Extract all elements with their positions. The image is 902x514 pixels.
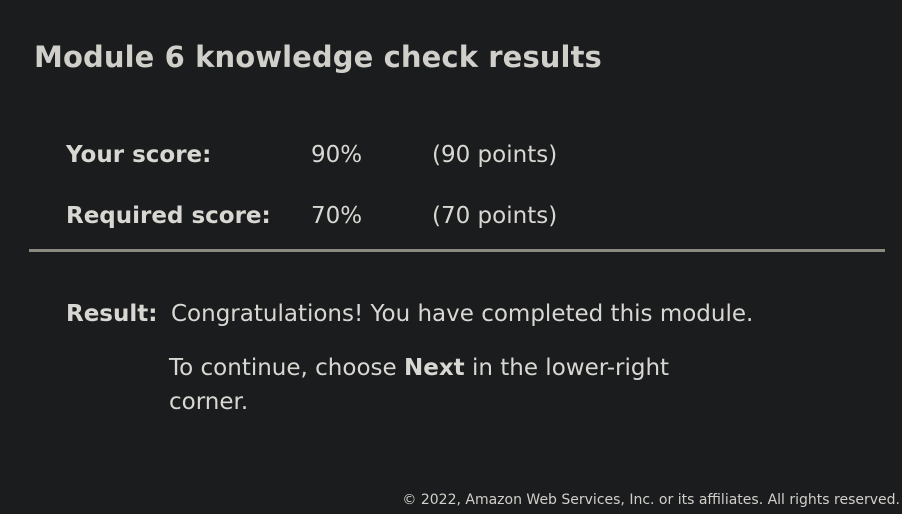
required-score-label: Required score: (66, 203, 271, 229)
your-score-percent: 90% (311, 142, 363, 168)
required-score-percent: 70% (311, 203, 363, 229)
result-message: Congratulations! You have completed this… (171, 301, 754, 327)
your-score-label: Your score: (66, 142, 212, 168)
your-score-points: (90 points) (432, 142, 558, 168)
continue-instruction: To continue, choose Next in the lower-ri… (169, 351, 729, 419)
next-emphasis: Next (403, 355, 465, 381)
required-score-points: (70 points) (432, 203, 558, 229)
copyright-footer: © 2022, Amazon Web Services, Inc. or its… (402, 492, 900, 508)
divider (29, 249, 885, 252)
continue-text-before: To continue, choose (169, 355, 404, 381)
result-label: Result: (66, 301, 158, 327)
page-title: Module 6 knowledge check results (34, 40, 602, 74)
